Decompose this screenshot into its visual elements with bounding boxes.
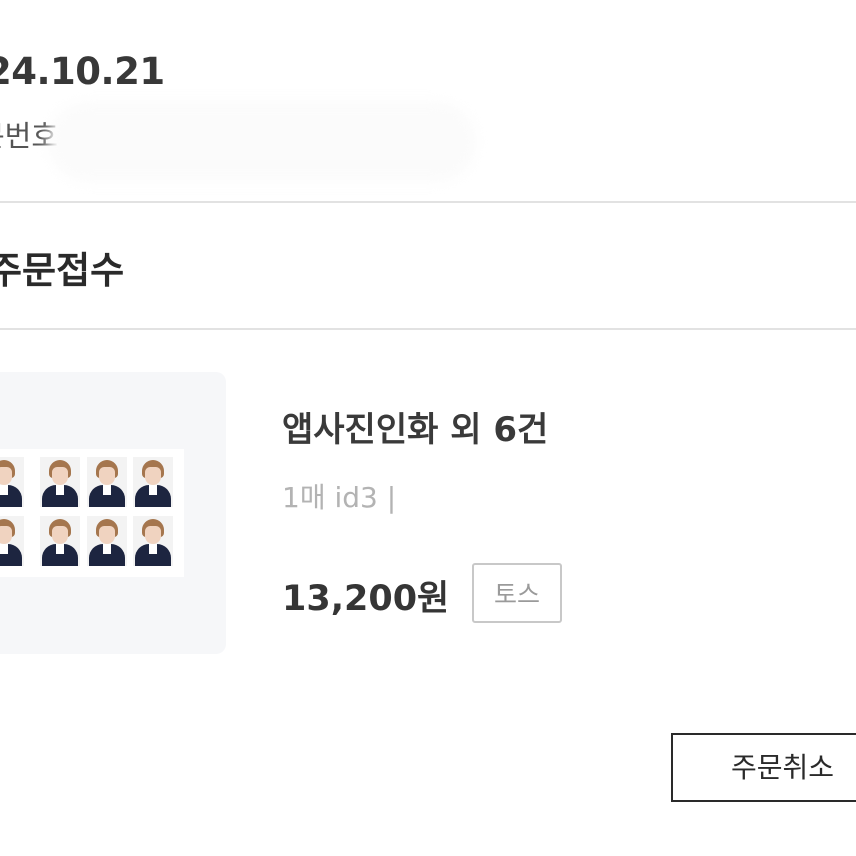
id-photo — [87, 516, 127, 566]
id-photo — [0, 457, 24, 507]
id-photo — [40, 516, 80, 566]
product-price: 13,200원 — [282, 579, 450, 619]
id-photo — [87, 457, 127, 507]
product-option: 1매 id3 | — [282, 481, 397, 514]
id-photo — [133, 457, 173, 507]
product-name[interactable]: 앱사진인화 외 6건 — [282, 402, 548, 451]
order-number-redaction — [48, 102, 476, 182]
order-detail-page: 24.10.21 문번호 주문접수 앱사진인화 외 6건 1매 id3 | 13… — [0, 0, 856, 856]
id-photo — [40, 457, 80, 507]
order-date: 24.10.21 — [0, 50, 165, 93]
cancel-order-button[interactable]: 주문취소 — [671, 733, 856, 802]
divider — [0, 328, 856, 330]
divider — [0, 201, 856, 203]
payment-method-badge: 토스 — [472, 563, 562, 623]
id-photo — [0, 516, 24, 566]
product-thumbnail-image — [0, 449, 184, 577]
order-status: 주문접수 — [0, 249, 125, 292]
id-photo — [133, 516, 173, 566]
